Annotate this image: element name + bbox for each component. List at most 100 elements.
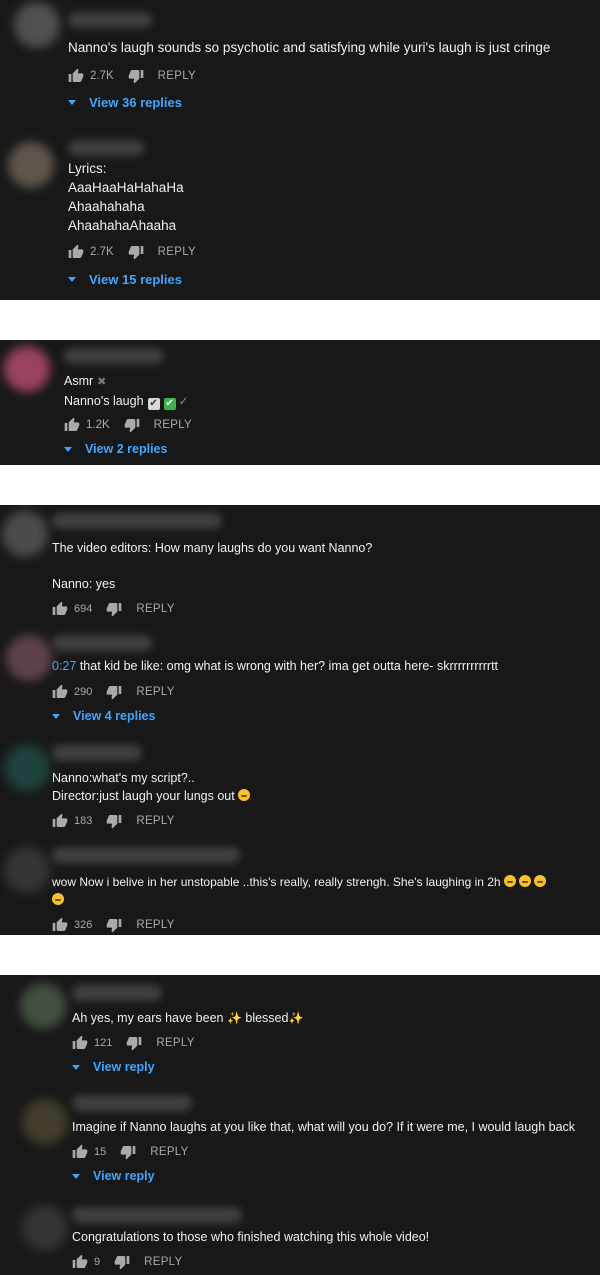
author-name[interactable] — [52, 635, 152, 651]
laughing-face-emoji — [52, 893, 64, 905]
caret-down-icon — [68, 277, 76, 282]
comment-text: Ah yes, my ears have been ✨ blessed✨ — [72, 1011, 304, 1025]
comment: Ah yes, my ears have been ✨ blessed✨ 121… — [0, 975, 600, 1085]
dislike-icon[interactable] — [128, 68, 144, 84]
like-icon[interactable] — [72, 1035, 88, 1051]
reply-button[interactable]: REPLY — [156, 1037, 194, 1049]
like-icon[interactable] — [68, 244, 84, 260]
like-icon[interactable] — [52, 813, 68, 829]
avatar[interactable] — [4, 745, 50, 791]
dislike-icon[interactable] — [106, 601, 122, 617]
comment-text: Nanno's laugh sounds so psychotic and sa… — [68, 40, 551, 55]
comment: The video editors: How many laughs do yo… — [0, 505, 600, 625]
like-icon[interactable] — [72, 1144, 88, 1160]
like-icon[interactable] — [64, 417, 80, 433]
cross-mark-emoji: ✖ — [97, 376, 107, 388]
comment: Lyrics: AaaHaaHaHahaHa Ahaahahaha Ahaaha… — [0, 132, 600, 300]
view-replies-button[interactable]: View 36 replies — [68, 95, 182, 110]
comments-panel-3: The video editors: How many laughs do yo… — [0, 505, 600, 935]
avatar[interactable] — [22, 1099, 68, 1145]
laughing-face-emoji — [533, 875, 546, 887]
avatar[interactable] — [4, 847, 50, 893]
reply-button[interactable]: REPLY — [150, 1146, 188, 1158]
like-icon[interactable] — [52, 601, 68, 617]
comment: Nanno's laugh sounds so psychotic and sa… — [0, 0, 600, 130]
comments-panel-1: Nanno's laugh sounds so psychotic and sa… — [0, 0, 600, 300]
dislike-icon[interactable] — [124, 417, 140, 433]
comment-text: The video editors: How many laughs do yo… — [52, 541, 373, 591]
dislike-icon[interactable] — [106, 684, 122, 700]
comment: Nanno:what's my script?.. Director:just … — [0, 739, 600, 839]
avatar[interactable] — [20, 983, 66, 1029]
like-icon[interactable] — [68, 68, 84, 84]
comment-actions: 290 REPLY — [52, 683, 175, 701]
view-replies-button[interactable]: View 2 replies — [64, 442, 167, 456]
reply-button[interactable]: REPLY — [136, 686, 174, 698]
caret-down-icon — [68, 100, 76, 105]
like-icon[interactable] — [52, 917, 68, 933]
dislike-icon[interactable] — [128, 244, 144, 260]
dislike-icon[interactable] — [106, 813, 122, 829]
avatar[interactable] — [14, 2, 60, 48]
comment-text: 0:27 that kid be like: omg what is wrong… — [52, 659, 499, 673]
comment-text: Imagine if Nanno laughs at you like that… — [72, 1120, 576, 1134]
reply-button[interactable]: REPLY — [144, 1256, 182, 1268]
author-name[interactable] — [68, 12, 152, 28]
author-name[interactable] — [52, 847, 240, 863]
like-count: 290 — [74, 686, 93, 698]
view-replies-button[interactable]: View 4 replies — [52, 709, 155, 723]
reply-button[interactable]: REPLY — [154, 419, 192, 431]
view-replies-label: View 36 replies — [89, 95, 182, 110]
view-replies-label: View reply — [93, 1060, 155, 1074]
author-name[interactable] — [64, 348, 164, 364]
comment: Asmr ✖ Nanno's laugh ✔ ✔ ✓ 1.2K REPLY View 2… — [0, 340, 600, 465]
reply-button[interactable]: REPLY — [136, 919, 174, 931]
view-replies-button[interactable]: View 15 replies — [68, 272, 182, 287]
like-count: 2.7K — [90, 70, 114, 82]
comment-text: Nanno:what's my script?.. Director:just … — [52, 769, 250, 805]
like-count: 1.2K — [86, 419, 110, 431]
like-icon[interactable] — [52, 684, 68, 700]
view-replies-label: View 4 replies — [73, 709, 156, 723]
comment-actions: 694 REPLY — [52, 600, 175, 618]
avatar[interactable] — [22, 1205, 68, 1251]
like-count: 2.7K — [90, 246, 114, 258]
reply-button[interactable]: REPLY — [136, 603, 174, 615]
like-icon[interactable] — [72, 1254, 88, 1270]
dislike-icon[interactable] — [126, 1035, 142, 1051]
author-name[interactable] — [72, 1207, 242, 1223]
comment-actions: 2.7K REPLY — [68, 67, 196, 85]
author-name[interactable] — [52, 513, 222, 529]
avatar[interactable] — [8, 142, 54, 188]
reply-button[interactable]: REPLY — [158, 70, 196, 82]
comment-text: wow Now i belive in her unstopable ..thi… — [52, 873, 546, 909]
like-count: 15 — [94, 1146, 107, 1158]
reply-button[interactable]: REPLY — [136, 815, 174, 827]
like-count: 694 — [74, 603, 93, 615]
author-name[interactable] — [52, 745, 142, 761]
comment-actions: 1.2K REPLY — [64, 416, 192, 434]
avatar[interactable] — [2, 511, 48, 557]
caret-down-icon — [72, 1173, 80, 1179]
author-name[interactable] — [72, 1095, 192, 1111]
view-replies-button[interactable]: View reply — [72, 1060, 155, 1074]
reply-button[interactable]: REPLY — [158, 246, 196, 258]
dislike-icon[interactable] — [114, 1254, 130, 1270]
like-count: 183 — [74, 815, 93, 827]
view-replies-label: View 2 replies — [85, 442, 168, 456]
avatar[interactable] — [6, 635, 52, 681]
comment-actions: 9 REPLY — [72, 1253, 182, 1271]
caret-down-icon — [64, 446, 72, 452]
author-name[interactable] — [68, 140, 144, 156]
author-name[interactable] — [72, 985, 162, 1001]
caret-down-icon — [72, 1064, 80, 1070]
like-count: 121 — [94, 1037, 113, 1049]
timestamp-link[interactable]: 0:27 — [52, 659, 76, 673]
dislike-icon[interactable] — [106, 917, 122, 933]
dislike-icon[interactable] — [120, 1144, 136, 1160]
view-replies-button[interactable]: View reply — [72, 1169, 155, 1183]
comments-panel-4: Ah yes, my ears have been ✨ blessed✨ 121… — [0, 975, 600, 1275]
avatar[interactable] — [4, 346, 50, 392]
comment-text: Lyrics: AaaHaaHaHahaHa Ahaahahaha Ahaaha… — [68, 161, 184, 233]
view-replies-label: View reply — [93, 1169, 155, 1183]
